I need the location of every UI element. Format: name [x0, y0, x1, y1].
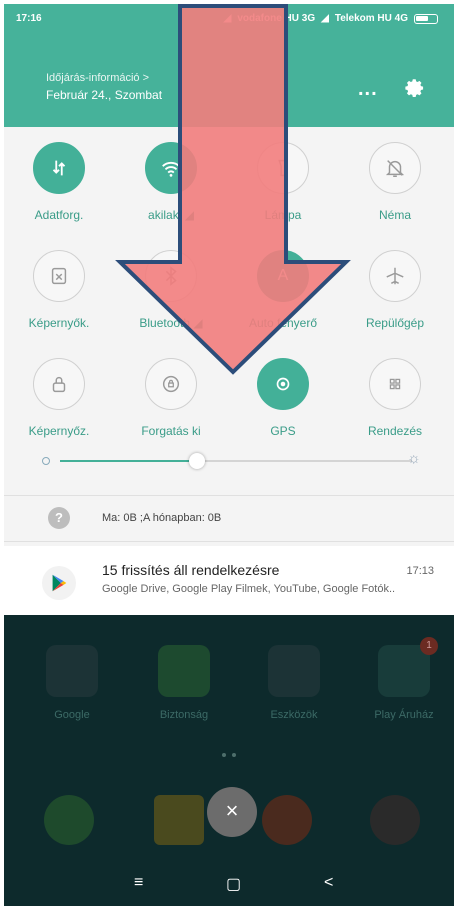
weather-info[interactable]: Időjárás-információ > Február 24., Szomb… [46, 70, 162, 104]
app-tools-folder[interactable]: Eszközök [244, 645, 344, 721]
battery-icon [414, 13, 438, 24]
tile-label: Forgatás ki [141, 424, 201, 438]
tile-label: Néma [378, 208, 411, 222]
brightness-slider-thumb[interactable] [189, 453, 206, 469]
divider [4, 541, 454, 542]
tile-screenshot[interactable]: Képernyők. [4, 250, 114, 330]
gps-icon [257, 358, 309, 410]
page-indicator [222, 753, 236, 757]
tile-bluetooth[interactable]: Bluetooth ◢ [116, 250, 226, 330]
more-icon[interactable]: ... [358, 79, 378, 99]
tile-wifi[interactable]: akilaki ◢ [116, 142, 226, 222]
tile-label: GPS [270, 424, 296, 438]
app-name: Eszközök [270, 709, 318, 721]
home-button[interactable]: ▢ [226, 874, 241, 894]
chrome-icon[interactable] [262, 795, 312, 845]
carrier2-label: Telekom HU 4G [334, 13, 408, 24]
brightness-high-icon: ☼ [407, 450, 421, 467]
app-name: Biztonság [159, 709, 209, 721]
status-bar: 17:16 ◢ vodafone HU 3G ◢ Telekom HU 4G [4, 4, 454, 32]
app-google-folder[interactable]: Google [22, 645, 122, 721]
navigation-bar: ≡ ▢ < [4, 863, 454, 906]
airplane-icon [369, 250, 421, 302]
gear-icon[interactable] [404, 78, 426, 100]
tile-gps[interactable]: GPS [228, 358, 338, 438]
tile-screen-lock[interactable]: Képernyőz. [4, 358, 114, 438]
help-icon: ? [48, 507, 70, 529]
phone-screen: 17:16 ◢ vodafone HU 3G ◢ Telekom HU 4G I… [4, 4, 454, 906]
shield-icon [158, 645, 210, 697]
tile-rotation[interactable]: Forgatás ki [116, 358, 226, 438]
screenshot-icon [33, 250, 85, 302]
menu-button[interactable]: ≡ [134, 874, 143, 892]
auto-brightness-icon: A [257, 250, 309, 302]
data-usage-row[interactable]: ? Ma: 0B ;A hónapban: 0B [4, 497, 454, 539]
update-notification[interactable]: 15 frissítés áll rendelkezésre 17:13 Goo… [4, 546, 454, 615]
flashlight-icon [257, 142, 309, 194]
signal-icon-2: ◢ [321, 13, 329, 24]
tile-label: Auto fényerő [248, 316, 318, 330]
date-label: Február 24., Szombat [46, 88, 163, 102]
back-button[interactable]: < [324, 874, 333, 892]
status-right: ◢ vodafone HU 3G ◢ Telekom HU 4G [224, 13, 438, 24]
app-name: Play Áruház [374, 709, 434, 721]
lock-icon [33, 358, 85, 410]
bell-off-icon [369, 142, 421, 194]
tile-label: Képernyők. [28, 316, 90, 330]
tile-flashlight[interactable]: Lámpa [228, 142, 338, 222]
notification-body: Google Drive, Google Play Filmek, YouTub… [102, 583, 396, 595]
phone-icon[interactable] [44, 795, 94, 845]
tile-label: Repülőgép [365, 316, 425, 330]
notification-title: 15 frissítés áll rendelkezésre [102, 562, 280, 578]
data-usage-text: Ma: 0B ;A hónapban: 0B [102, 512, 222, 524]
tile-data-transfer[interactable]: Adatforg. [4, 142, 114, 222]
home-screen: Google Biztonság Eszközök Play Áruház 1 … [4, 615, 454, 906]
brightness-low-icon [42, 457, 50, 465]
tile-label: Rendezés [367, 424, 423, 438]
close-button[interactable]: × [207, 787, 257, 837]
tile-silent[interactable]: Néma [340, 142, 450, 222]
folder-icon [268, 645, 320, 697]
signal-icon: ◢ [223, 13, 232, 24]
app-name: Google [54, 709, 90, 721]
notification-time: 17:13 [406, 565, 434, 577]
divider [4, 495, 454, 496]
folder-icon [46, 645, 98, 697]
bluetooth-icon [145, 250, 197, 302]
tile-label: akilaki ◢ [148, 208, 194, 222]
tile-arrange[interactable]: Rendezés [340, 358, 450, 438]
badge-count: 1 [420, 637, 438, 655]
carrier1-label: vodafone HU 3G [237, 13, 316, 24]
tile-auto-brightness[interactable]: A Auto fényerő [228, 250, 338, 330]
notification-header: 17:16 ◢ vodafone HU 3G ◢ Telekom HU 4G I… [4, 4, 454, 127]
brightness-slider[interactable] [60, 453, 412, 469]
weather-title: Időjárás-információ > [46, 72, 150, 84]
wifi-icon [145, 142, 197, 194]
camera-icon[interactable] [370, 795, 420, 845]
brightness-slider-fill [60, 460, 198, 462]
data-transfer-icon [33, 142, 85, 194]
tile-label: Lámpa [264, 208, 302, 222]
tile-label: Adatforg. [34, 208, 84, 222]
tile-label: Bluetooth ◢ [139, 316, 203, 330]
app-play-store[interactable]: Play Áruház 1 [354, 637, 454, 721]
tile-airplane[interactable]: Repülőgép [340, 250, 450, 330]
app-security[interactable]: Biztonság [134, 645, 234, 721]
status-time: 17:16 [16, 13, 42, 24]
quick-settings-panel: Adatforg. akilaki ◢ Lámpa Néma Képernyők… [4, 127, 454, 615]
rotation-lock-icon [145, 358, 197, 410]
grid-icon [369, 358, 421, 410]
messages-icon[interactable] [154, 795, 204, 845]
tile-label: Képernyőz. [28, 424, 90, 438]
google-play-icon [42, 566, 76, 600]
